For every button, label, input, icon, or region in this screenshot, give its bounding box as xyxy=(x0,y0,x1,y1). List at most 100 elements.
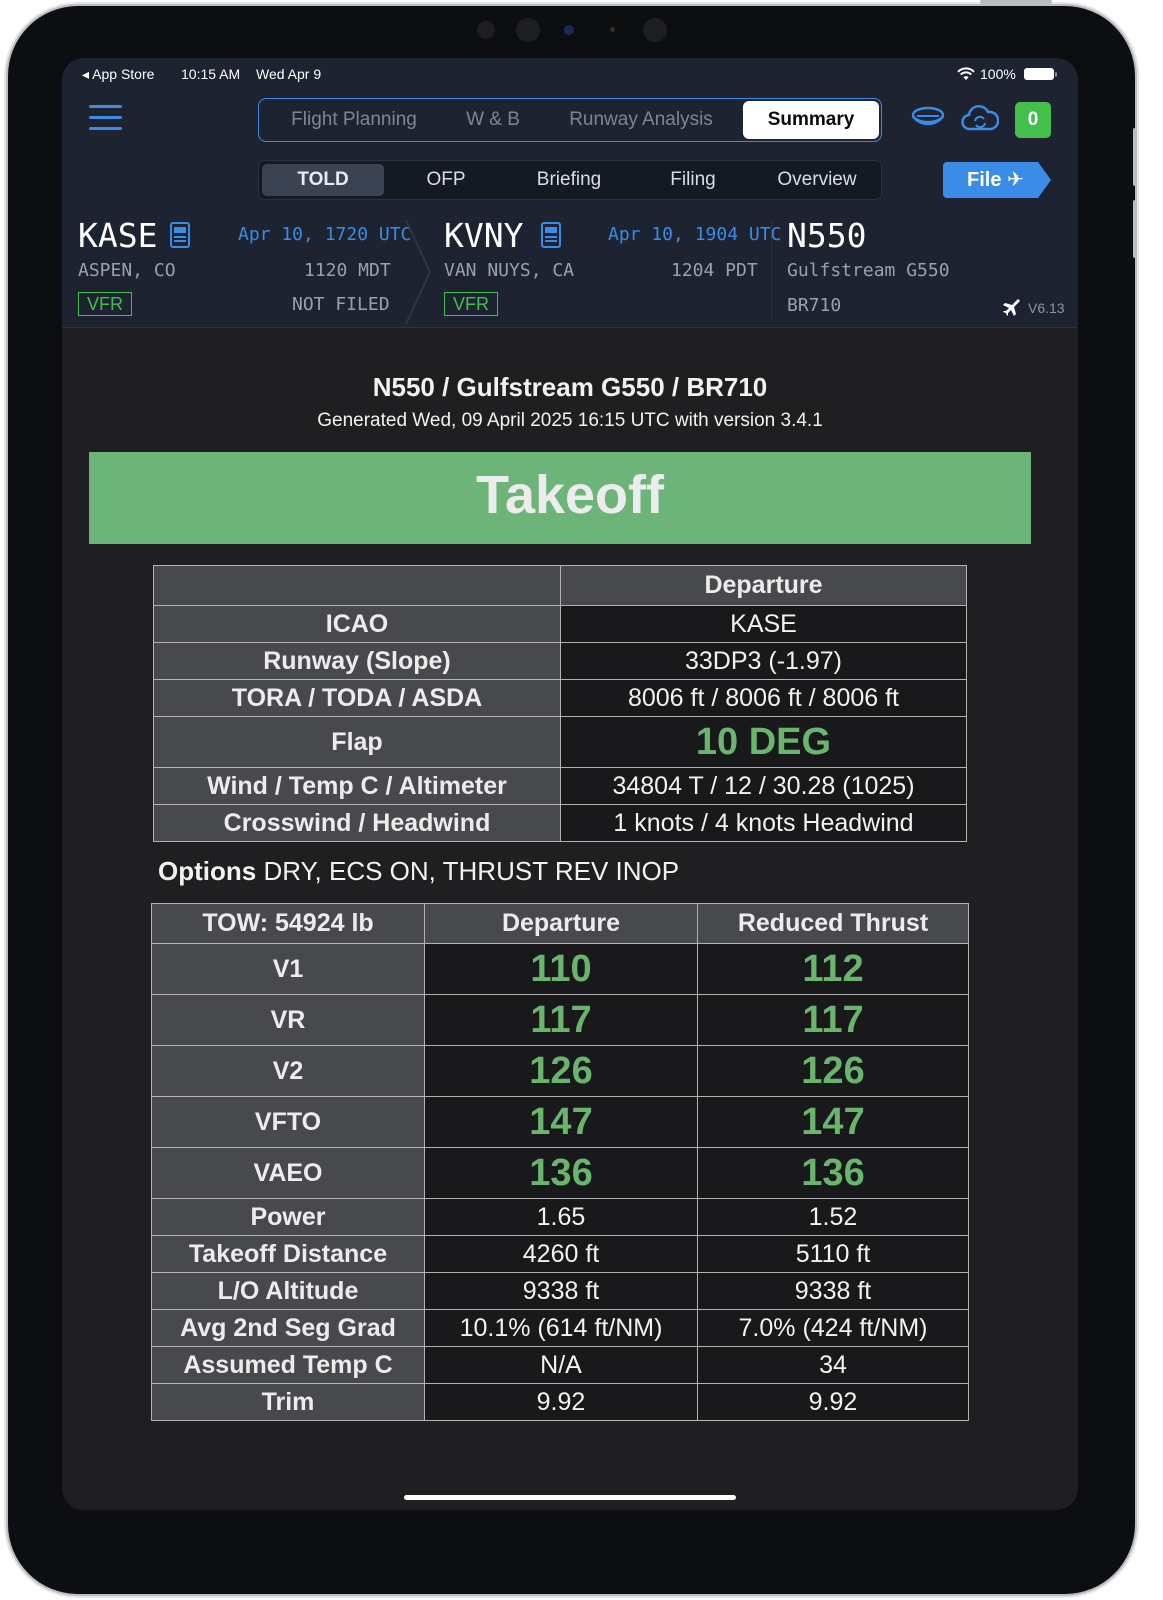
report-generated: Generated Wed, 09 April 2025 16:15 UTC w… xyxy=(317,410,823,431)
status-time: 10:15 AM xyxy=(181,66,241,82)
speed-departure: 126 xyxy=(424,1045,698,1097)
perf-label: Takeoff Distance xyxy=(151,1235,425,1273)
perf-reduced: 9338 ft xyxy=(697,1272,969,1310)
takeoff-banner-label: Takeoff xyxy=(475,465,665,525)
speed-label: VFTO xyxy=(151,1096,425,1148)
table-header-departure: Departure xyxy=(560,565,967,606)
file-button[interactable]: File ✈ xyxy=(943,162,1051,198)
departure-code: KASE xyxy=(78,216,158,255)
departure-utc: Apr 10, 1720 UTC xyxy=(238,224,412,245)
tab-flight-planning[interactable]: Flight Planning xyxy=(269,99,439,141)
tab-runway-analysis[interactable]: Runway Analysis xyxy=(547,99,735,141)
status-back[interactable]: ◂ App Store xyxy=(82,66,154,83)
perf-label: Trim xyxy=(151,1383,425,1421)
row-value-wind: 34804 T / 12 / 30.28 (1025) xyxy=(560,767,967,805)
row-label-icao: ICAO xyxy=(153,605,561,643)
document-icon[interactable] xyxy=(170,222,190,248)
subtab-briefing[interactable]: Briefing xyxy=(509,161,629,199)
speed-label: V2 xyxy=(151,1045,425,1097)
report-heading: N550 / Gulfstream G550 / BR710 xyxy=(372,372,768,402)
speeds-table: TOW: 54924 lb Departure Reduced Thrust V… xyxy=(151,903,969,1421)
perf-departure: 9338 ft xyxy=(424,1272,698,1310)
cloud-sync-icon[interactable] xyxy=(961,103,1000,138)
volume-button xyxy=(1133,128,1137,186)
perf-departure: 10.1% (614 ft/NM) xyxy=(424,1309,698,1347)
speed-departure: 147 xyxy=(424,1096,698,1148)
route-chevron xyxy=(405,219,432,325)
speed-reduced: 117 xyxy=(697,994,969,1046)
speed-departure: 136 xyxy=(424,1147,698,1199)
perf-label: Avg 2nd Seg Grad xyxy=(151,1309,425,1347)
departure-local-time: 1120 MDT xyxy=(304,260,391,281)
wifi-icon xyxy=(957,67,975,80)
top-header: ◂ App Store 10:15 AM Wed Apr 9 100% Flig… xyxy=(62,58,1078,328)
sensor-dot xyxy=(516,18,540,42)
speeds-header-departure: Departure xyxy=(424,903,698,944)
perf-reduced: 1.52 xyxy=(697,1198,969,1236)
speed-reduced: 126 xyxy=(697,1045,969,1097)
status-date: Wed Apr 9 xyxy=(256,66,322,82)
airplane-icon xyxy=(1003,299,1020,316)
pilot-hat-icon[interactable] xyxy=(911,105,945,138)
perf-label: Power xyxy=(151,1198,425,1236)
runway-info-table: Departure ICAO KASE Runway (Slope) 33DP3 (… xyxy=(153,565,967,842)
perf-departure: 9.92 xyxy=(424,1383,698,1421)
row-value-distances: 8006 ft / 8006 ft / 8006 ft xyxy=(560,679,967,717)
perf-reduced: 9.92 xyxy=(697,1383,969,1421)
arrival-flight-rules: VFR xyxy=(444,292,498,316)
document-icon[interactable] xyxy=(541,222,561,248)
perf-departure: N/A xyxy=(424,1346,698,1384)
subtab-ofp[interactable]: OFP xyxy=(389,161,503,199)
options-label: Options xyxy=(158,856,257,886)
speed-label: VAEO xyxy=(151,1147,425,1199)
home-indicator[interactable] xyxy=(404,1495,736,1500)
sensor-dot xyxy=(477,21,495,39)
app-version: V6.13 xyxy=(1028,300,1065,316)
subtab-filing[interactable]: Filing xyxy=(633,161,753,199)
arrival-local-time: 1204 PDT xyxy=(671,260,758,281)
perf-reduced: 34 xyxy=(697,1346,969,1384)
aircraft-tail: N550 xyxy=(787,216,867,255)
battery-tip xyxy=(1055,72,1057,77)
sensor-dot xyxy=(643,18,667,42)
camera-lens xyxy=(564,25,574,35)
row-label-crosswind: Crosswind / Headwind xyxy=(153,804,561,842)
speed-reduced: 112 xyxy=(697,943,969,995)
subtab-overview[interactable]: Overview xyxy=(757,161,877,199)
notification-badge[interactable]: 0 xyxy=(1015,102,1051,138)
menu-icon[interactable] xyxy=(89,105,122,131)
speed-label: VR xyxy=(151,994,425,1046)
row-value-runway: 33DP3 (-1.97) xyxy=(560,642,967,680)
table-header-blank xyxy=(153,565,561,606)
speed-departure: 110 xyxy=(424,943,698,995)
perf-label: Assumed Temp C xyxy=(151,1346,425,1384)
speeds-header-tow: TOW: 54924 lb xyxy=(151,903,425,944)
row-label-flap: Flap xyxy=(153,716,561,768)
row-value-flap: 10 DEG xyxy=(560,716,967,768)
departure-flight-rules: VFR xyxy=(78,292,132,316)
row-label-wind: Wind / Temp C / Altimeter xyxy=(153,767,561,805)
options-value: DRY, ECS ON, THRUST REV INOP xyxy=(263,856,680,886)
row-value-crosswind: 1 knots / 4 knots Headwind xyxy=(560,804,967,842)
app-screen: ◂ App Store 10:15 AM Wed Apr 9 100% Flig… xyxy=(62,58,1078,1510)
aircraft-engine: BR710 xyxy=(787,295,842,316)
sensor-dot xyxy=(610,27,615,32)
speed-reduced: 136 xyxy=(697,1147,969,1199)
tab-summary[interactable]: Summary xyxy=(743,101,879,139)
arrival-code: KVNY xyxy=(444,216,524,255)
divider xyxy=(771,220,772,320)
speeds-header-reduced: Reduced Thrust xyxy=(697,903,969,944)
perf-reduced: 7.0% (424 ft/NM) xyxy=(697,1309,969,1347)
perf-departure: 1.65 xyxy=(424,1198,698,1236)
arrival-utc: Apr 10, 1904 UTC xyxy=(608,224,782,245)
filing-status: NOT FILED xyxy=(292,294,390,315)
subtab-told[interactable]: TOLD xyxy=(262,164,384,196)
perf-reduced: 5110 ft xyxy=(697,1235,969,1273)
power-button xyxy=(980,0,1052,4)
volume-button xyxy=(1133,200,1137,258)
tab-weight-balance[interactable]: W & B xyxy=(449,99,537,141)
departure-city: ASPEN, CO xyxy=(78,260,176,281)
battery-percent: 100% xyxy=(980,66,1016,82)
options-line: Options DRY, ECS ON, THRUST REV INOP xyxy=(158,856,679,887)
aircraft-type: Gulfstream G550 xyxy=(787,260,950,281)
